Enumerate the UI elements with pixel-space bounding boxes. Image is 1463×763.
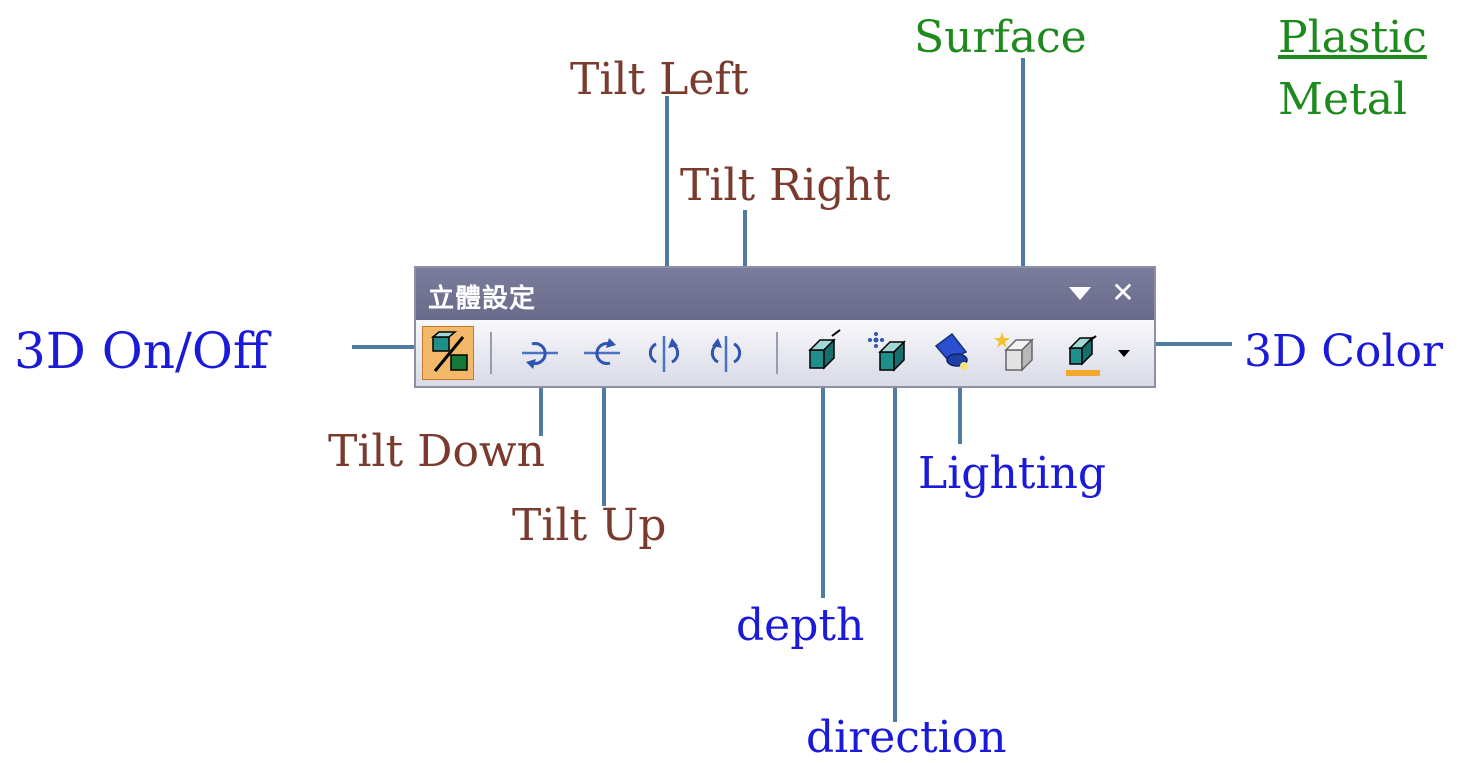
surface-button[interactable] <box>990 326 1042 380</box>
label-surface: Surface <box>914 12 1087 63</box>
toolbar-separator <box>490 332 492 374</box>
leader-line-depth <box>821 376 825 598</box>
toolbar-title: 立體設定 <box>428 284 537 314</box>
surface-option-metal: Metal <box>1278 74 1408 125</box>
tilt-down-icon <box>522 342 558 369</box>
surface-option-plastic: Plastic <box>1278 12 1427 63</box>
tilt-up-icon <box>584 338 620 365</box>
3d-color-button[interactable] <box>1058 326 1110 380</box>
depth-button[interactable] <box>796 326 848 380</box>
tilt-down-button[interactable] <box>514 326 566 380</box>
tilt-left-icon <box>648 336 680 372</box>
label-depth: depth <box>736 600 865 651</box>
3d-color-dropdown-arrow[interactable] <box>1114 340 1134 366</box>
label-lighting: Lighting <box>918 448 1107 499</box>
label-direction: direction <box>806 712 1007 763</box>
3d-settings-toolbar: 立體設定 ✕ <box>414 266 1156 388</box>
label-tilt-up: Tilt Up <box>512 500 667 551</box>
label-tilt-right: Tilt Right <box>680 160 891 211</box>
tilt-right-button[interactable] <box>700 326 752 380</box>
lighting-icon <box>934 332 968 370</box>
direction-icon <box>868 332 906 372</box>
label-tilt-down: Tilt Down <box>328 426 545 477</box>
leader-line-on-off <box>352 345 422 349</box>
3d-on-off-button[interactable] <box>422 326 474 380</box>
dropdown-triangle-icon[interactable] <box>1066 280 1094 306</box>
chevron-down-icon <box>1118 350 1130 357</box>
tilt-up-button[interactable] <box>576 326 628 380</box>
depth-icon <box>808 329 841 370</box>
direction-button[interactable] <box>862 326 914 380</box>
toolbar-button-row <box>416 320 1154 386</box>
close-icon[interactable]: ✕ <box>1108 278 1138 308</box>
toolbar-separator <box>776 332 778 374</box>
label-3d-on-off: 3D On/Off <box>14 322 269 380</box>
lighting-button[interactable] <box>926 326 978 380</box>
surface-icon <box>994 332 1034 372</box>
leader-line-tilt-up <box>602 384 606 506</box>
leader-line-lighting <box>958 384 962 444</box>
tilt-right-icon <box>710 336 742 372</box>
3d-toggle-icon <box>430 331 468 372</box>
leader-line-direction <box>893 360 897 722</box>
label-3d-color: 3D Color <box>1244 326 1444 377</box>
label-tilt-left: Tilt Left <box>570 54 749 105</box>
tilt-left-button[interactable] <box>638 326 690 380</box>
toolbar-titlebar[interactable]: 立體設定 ✕ <box>416 268 1154 320</box>
3d-color-icon <box>1066 335 1100 376</box>
